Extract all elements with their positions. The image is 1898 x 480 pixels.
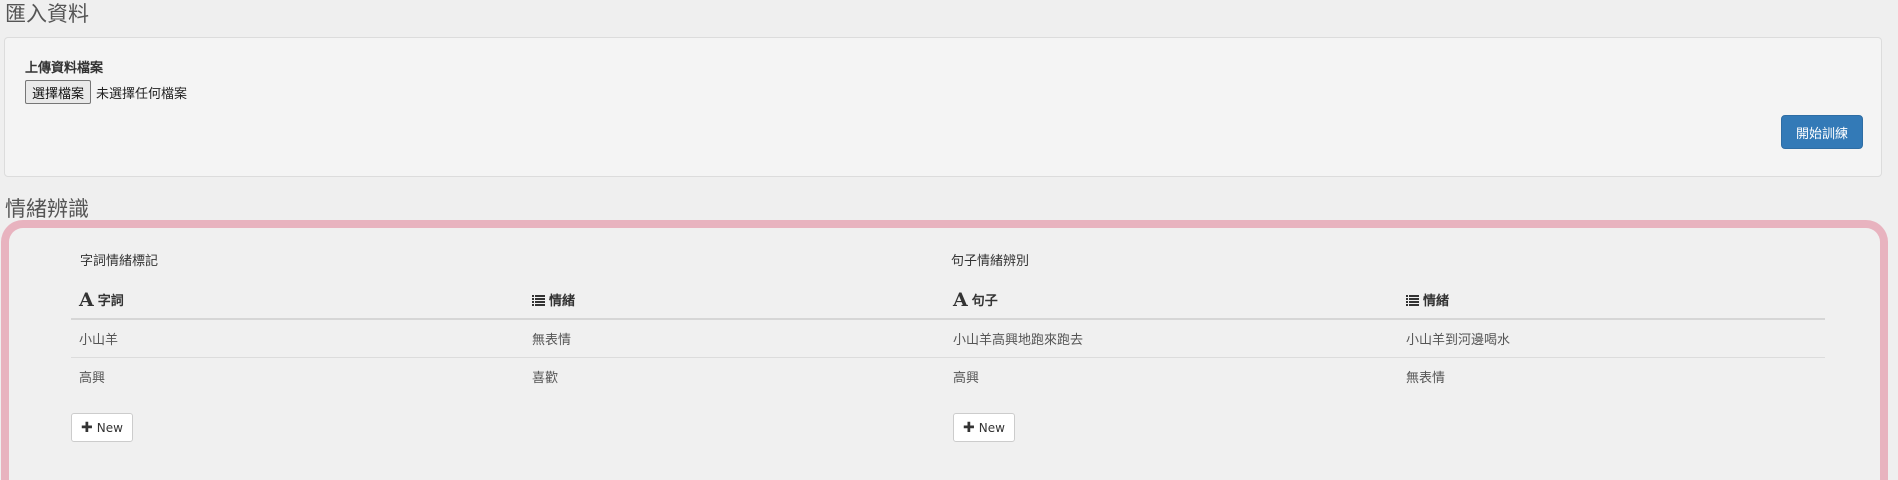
emotion-cell[interactable]: 無表情	[1398, 358, 1825, 396]
file-status-text: 未選擇任何檔案	[96, 86, 188, 102]
upload-file-label: 上傳資料檔案	[25, 61, 104, 76]
column-header-emotion: 情緒	[1398, 281, 1825, 320]
table-header-row: A 句子 情緒	[945, 281, 1825, 320]
word-cell[interactable]: 高興	[71, 358, 524, 396]
emotion-panel: 字詞情緒標記 A 字詞 情緒 小山羊 無表情 高興 喜歡 ✚ New 句子情緒辨…	[1, 220, 1888, 480]
new-button-label: New	[96, 420, 123, 435]
font-icon: A	[953, 288, 968, 311]
word-emotion-table: A 字詞 情緒 小山羊 無表情 高興 喜歡	[71, 281, 946, 395]
list-icon	[532, 295, 545, 306]
column-header-label: 情緒	[549, 294, 576, 309]
new-sentence-button[interactable]: ✚ New	[953, 413, 1015, 442]
table-row[interactable]: 小山羊高興地跑來跑去 小山羊到河邊喝水	[945, 319, 1825, 358]
plus-icon: ✚	[81, 419, 93, 436]
column-header-label: 字詞	[97, 293, 124, 309]
column-header-word: A 字詞	[71, 281, 524, 320]
font-icon: A	[79, 288, 94, 311]
choose-file-button[interactable]: 選擇檔案	[25, 80, 92, 104]
file-input-row: 選擇檔案 未選擇任何檔案	[25, 80, 187, 104]
sentence-table-title: 句子情緒辨別	[951, 254, 1030, 269]
table-row[interactable]: 高興 無表情	[945, 358, 1825, 396]
column-header-label: 句子	[971, 293, 998, 309]
table-row[interactable]: 高興 喜歡	[71, 358, 946, 396]
plus-icon: ✚	[963, 419, 975, 436]
new-button-label: New	[978, 420, 1005, 435]
table-row[interactable]: 小山羊 無表情	[71, 319, 946, 358]
emotion-cell[interactable]: 無表情	[524, 319, 946, 358]
column-header-emotion: 情緒	[524, 281, 946, 320]
list-icon	[1406, 295, 1419, 306]
word-table-title: 字詞情緒標記	[80, 254, 159, 269]
column-header-label: 情緒	[1423, 294, 1450, 309]
sentence-cell[interactable]: 小山羊高興地跑來跑去	[945, 319, 1398, 358]
import-section-heading: 匯入資料	[5, 2, 89, 26]
new-word-button[interactable]: ✚ New	[71, 413, 133, 442]
start-training-button[interactable]: 開始訓練	[1781, 115, 1863, 149]
emotion-cell[interactable]: 小山羊到河邊喝水	[1398, 319, 1825, 358]
sentence-emotion-table: A 句子 情緒 小山羊高興地跑來跑去 小山羊到河邊喝水 高興 無表情	[945, 281, 1825, 395]
import-panel: 上傳資料檔案 選擇檔案 未選擇任何檔案 開始訓練	[4, 37, 1882, 177]
table-header-row: A 字詞 情緒	[71, 281, 946, 320]
sentence-cell[interactable]: 高興	[945, 358, 1398, 396]
emotion-cell[interactable]: 喜歡	[524, 358, 946, 396]
word-cell[interactable]: 小山羊	[71, 319, 524, 358]
emotion-section-heading: 情緒辨識	[5, 197, 89, 221]
column-header-sentence: A 句子	[945, 281, 1398, 320]
